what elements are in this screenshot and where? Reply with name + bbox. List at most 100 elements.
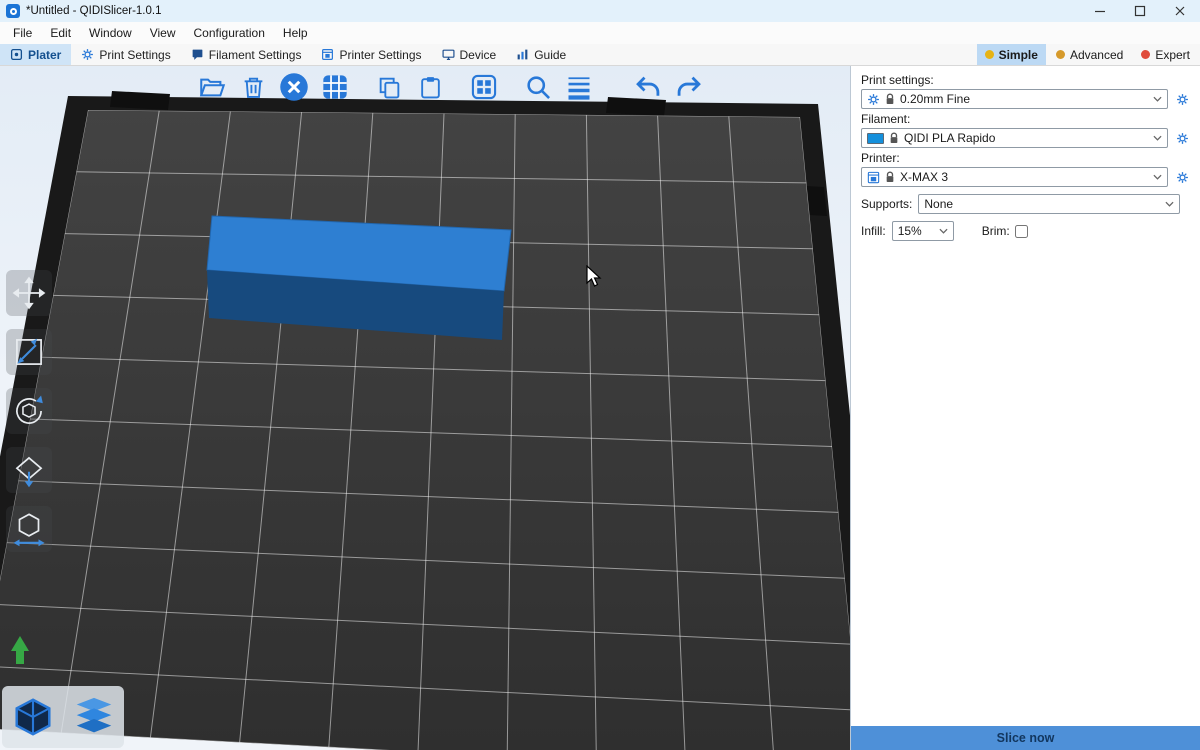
redo-icon xyxy=(675,73,703,101)
app-icon xyxy=(6,4,20,18)
mode-simple[interactable]: Simple xyxy=(977,44,1046,65)
scale-icon xyxy=(10,333,48,371)
paste-button[interactable] xyxy=(414,71,446,103)
menu-window[interactable]: Window xyxy=(80,22,141,44)
brim-checkbox[interactable] xyxy=(1015,225,1028,238)
printer-select[interactable]: X-MAX 3 xyxy=(861,167,1168,187)
brim-label: Brim: xyxy=(982,224,1010,238)
window-title: *Untitled - QIDISlicer-1.0.1 xyxy=(26,5,162,17)
supports-select[interactable]: None xyxy=(918,194,1180,214)
tab-label: Plater xyxy=(28,48,61,62)
place-on-face-button[interactable] xyxy=(6,447,52,493)
menu-configuration[interactable]: Configuration xyxy=(185,22,274,44)
tabbar-spacer xyxy=(576,44,976,65)
rotate-button[interactable] xyxy=(6,388,52,434)
app-window: *Untitled - QIDISlicer-1.0.1 File Edit W… xyxy=(0,0,1200,750)
open-icon xyxy=(199,74,226,101)
lock-icon xyxy=(885,93,895,105)
settings-panel: Print settings: 0.20mm Fine Filament: xyxy=(851,66,1200,241)
printer-icon xyxy=(867,171,880,184)
device-icon xyxy=(442,48,455,61)
close-button[interactable] xyxy=(1160,0,1200,22)
print-settings-select[interactable]: 0.20mm Fine xyxy=(861,89,1168,109)
tab-printer-settings[interactable]: Printer Settings xyxy=(311,44,431,65)
slice-now-button[interactable]: Slice now xyxy=(851,726,1200,750)
tab-plater[interactable]: Plater xyxy=(0,44,71,65)
tab-label: Guide xyxy=(534,48,566,62)
view-switcher xyxy=(2,686,124,748)
place-on-face-icon xyxy=(10,451,48,489)
title-bar: *Untitled - QIDISlicer-1.0.1 xyxy=(0,0,1200,22)
rotate-icon xyxy=(10,392,48,430)
preset-gear-icon xyxy=(867,93,880,106)
open-button[interactable] xyxy=(196,71,228,103)
tab-print-settings[interactable]: Print Settings xyxy=(71,44,180,65)
tab-label: Device xyxy=(460,48,497,62)
minimize-button[interactable] xyxy=(1080,0,1120,22)
delete-button[interactable] xyxy=(237,71,269,103)
maximize-button[interactable] xyxy=(1120,0,1160,22)
viewport-toolbar xyxy=(196,71,705,103)
expert-mode-dot-icon xyxy=(1141,50,1150,59)
mode-advanced[interactable]: Advanced xyxy=(1048,44,1131,65)
filament-value: QIDI PLA Rapido xyxy=(904,131,1148,145)
printer-label: Printer: xyxy=(861,151,1190,165)
menu-bar: File Edit Window View Configuration Help xyxy=(0,22,1200,44)
bed-clip xyxy=(110,91,170,110)
printer-edit-button[interactable] xyxy=(1174,168,1190,186)
search-button[interactable] xyxy=(522,71,554,103)
infill-label: Infill: xyxy=(861,224,886,238)
move-icon xyxy=(10,274,48,312)
printer-settings-icon xyxy=(321,48,334,61)
lock-icon xyxy=(885,171,895,183)
arrange-button[interactable] xyxy=(319,71,351,103)
menu-file[interactable]: File xyxy=(4,22,41,44)
variable-layer-height-button[interactable] xyxy=(563,71,595,103)
supports-label: Supports: xyxy=(861,197,912,211)
settings-sidebar: Print settings: 0.20mm Fine Filament: xyxy=(850,66,1200,750)
print-settings-edit-button[interactable] xyxy=(1174,90,1190,108)
menu-help[interactable]: Help xyxy=(274,22,317,44)
mode-label: Simple xyxy=(999,48,1038,62)
mode-expert[interactable]: Expert xyxy=(1133,44,1198,65)
tab-guide[interactable]: Guide xyxy=(506,44,576,65)
delete-all-icon xyxy=(279,72,309,102)
copy-button[interactable] xyxy=(373,71,405,103)
chevron-down-icon xyxy=(939,228,948,234)
viewport-3d[interactable] xyxy=(0,66,850,750)
delete-icon xyxy=(241,75,266,100)
print-bed[interactable] xyxy=(0,66,850,750)
simple-mode-dot-icon xyxy=(985,50,994,59)
advanced-mode-dot-icon xyxy=(1056,50,1065,59)
menu-view[interactable]: View xyxy=(141,22,185,44)
scale-button[interactable] xyxy=(6,329,52,375)
infill-select[interactable]: 15% xyxy=(892,221,954,241)
tab-device[interactable]: Device xyxy=(432,44,507,65)
preview-view-button[interactable] xyxy=(67,690,121,744)
print-settings-value: 0.20mm Fine xyxy=(900,92,1148,106)
tab-filament-settings[interactable]: Filament Settings xyxy=(181,44,312,65)
chevron-down-icon xyxy=(1153,135,1162,141)
plater-icon xyxy=(10,48,23,61)
gizmo-toolbar xyxy=(6,270,52,552)
filament-select[interactable]: QIDI PLA Rapido xyxy=(861,128,1168,148)
tab-label: Filament Settings xyxy=(209,48,302,62)
editor-view-button[interactable] xyxy=(6,690,60,744)
infill-value: 15% xyxy=(898,224,934,238)
supports-value: None xyxy=(924,197,1160,211)
filament-edit-button[interactable] xyxy=(1174,129,1190,147)
filament-color-swatch xyxy=(867,133,884,144)
mode-label: Expert xyxy=(1155,48,1190,62)
filament-settings-icon xyxy=(191,48,204,61)
delete-all-button[interactable] xyxy=(278,71,310,103)
redo-button[interactable] xyxy=(673,71,705,103)
split-objects-button[interactable] xyxy=(468,71,500,103)
move-button[interactable] xyxy=(6,270,52,316)
menu-edit[interactable]: Edit xyxy=(41,22,80,44)
undo-button[interactable] xyxy=(632,71,664,103)
print-settings-icon xyxy=(81,48,94,61)
editor-view-icon xyxy=(10,694,56,740)
cut-button[interactable] xyxy=(6,506,52,552)
split-objects-icon xyxy=(470,73,498,101)
sidebar-spacer xyxy=(851,241,1200,726)
